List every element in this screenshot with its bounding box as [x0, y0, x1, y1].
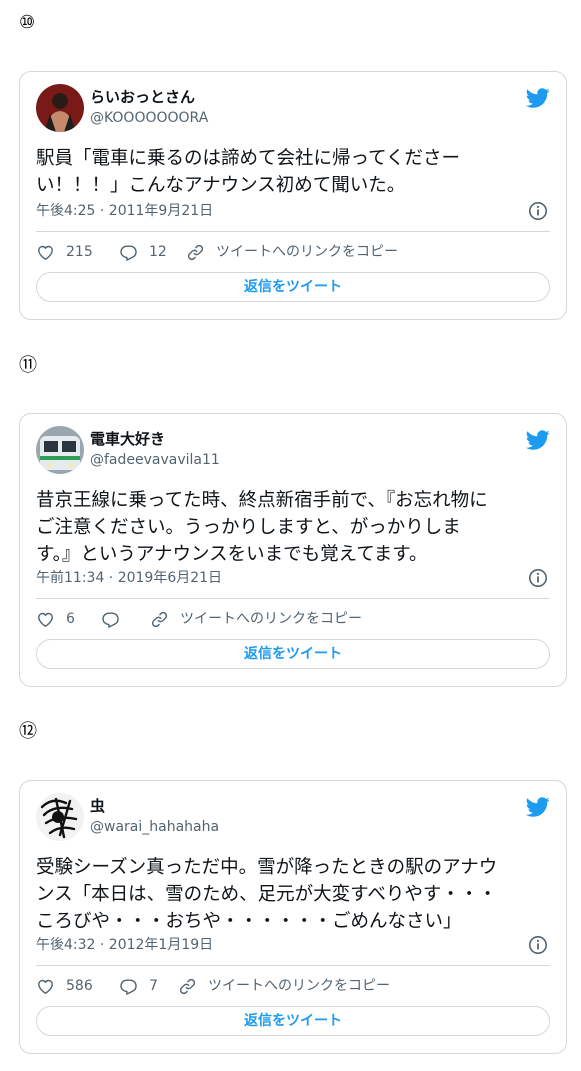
info-icon[interactable] [528, 568, 548, 588]
like-count: 6 [66, 611, 75, 627]
display-name[interactable]: 虫 [90, 796, 105, 816]
twitter-bird-icon[interactable] [526, 86, 550, 110]
user-handle[interactable]: @warai_hahahaha [90, 818, 219, 836]
tweet-number: ⑫ [19, 721, 37, 742]
tweet-text: 昔京王線に乗ってた時、終点新宿手前で、『お忘れ物に ご注意ください。うっかりしま… [36, 490, 488, 565]
reply-button[interactable]: 7 [119, 976, 158, 996]
link-icon [179, 978, 196, 994]
copy-link-button[interactable]: ツイートへのリンクをコピー [150, 609, 362, 629]
tweet-number: ⑪ [19, 355, 37, 376]
reply-count: 12 [149, 244, 167, 260]
tweet-text: 駅員「電車に乗るのは諦めて会社に帰ってくださー い！！！」こんなアナウンス初めて… [36, 148, 461, 196]
heart-icon [38, 979, 53, 994]
display-name[interactable]: らいおっとさん [90, 87, 195, 107]
tweet-timestamp[interactable]: 午後4:32 · 2012年1月19日 [36, 936, 213, 954]
heart-icon [38, 612, 53, 627]
tweet-number: ⑩ [19, 12, 36, 33]
like-count: 586 [66, 978, 93, 994]
copy-link-button[interactable]: ツイートへのリンクをコピー [178, 976, 390, 996]
copy-link-label: ツイートへのリンクをコピー [208, 978, 390, 994]
like-count: 215 [66, 244, 93, 260]
user-handle[interactable]: @KOOOOOOORA [90, 109, 208, 127]
speech-bubble-icon [120, 244, 137, 261]
tweet-actions: 6 ツイートへのリンクをコピー [36, 609, 550, 629]
copy-link-label: ツイートへのリンクをコピー [180, 611, 362, 627]
like-button[interactable]: 215 [36, 242, 93, 262]
reply-button[interactable] [101, 609, 131, 629]
tweet-actions: 586 7 ツイートへのリンクをコピー [36, 976, 550, 996]
twitter-bird-icon[interactable] [526, 428, 550, 452]
heart-icon [38, 245, 53, 260]
divider [36, 965, 550, 966]
divider [36, 598, 550, 599]
tweet-text: 受験シーズン真っただ中。雪が降ったときの駅のアナウ ンス「本日は、雪のため、足元… [36, 857, 498, 932]
speech-bubble-icon [120, 978, 137, 995]
twitter-bird-icon[interactable] [526, 795, 550, 819]
tweet-card: 虫 @warai_hahahaha 受験シーズン真っただ中。雪が降ったときの駅の… [19, 780, 567, 1054]
tweet-card: らいおっとさん @KOOOOOOORA 駅員「電車に乗るのは諦めて会社に帰ってく… [19, 71, 567, 320]
tweet-card: 電車大好き @fadeevavavila11 昔京王線に乗ってた時、終点新宿手前… [19, 413, 567, 687]
info-icon[interactable] [528, 201, 548, 221]
user-handle[interactable]: @fadeevavavila11 [90, 451, 220, 469]
copy-link-button[interactable]: ツイートへのリンクをコピー [186, 242, 398, 262]
link-icon [151, 611, 168, 627]
divider [36, 231, 550, 232]
speech-bubble-icon [102, 611, 119, 628]
reply-tweet-button[interactable]: 返信をツイート [36, 1006, 550, 1036]
reply-count: 7 [149, 978, 158, 994]
avatar[interactable] [36, 426, 84, 474]
tweet-timestamp[interactable]: 午前11:34 · 2019年6月21日 [36, 569, 222, 587]
tweet-timestamp[interactable]: 午後4:25 · 2011年9月21日 [36, 202, 213, 220]
avatar[interactable] [36, 793, 84, 841]
reply-button[interactable]: 12 [119, 242, 167, 262]
reply-tweet-button[interactable]: 返信をツイート [36, 639, 550, 669]
copy-link-label: ツイートへのリンクをコピー [216, 244, 398, 260]
like-button[interactable]: 586 [36, 976, 93, 996]
reply-tweet-button[interactable]: 返信をツイート [36, 272, 550, 302]
tweet-actions: 215 12 ツイートへのリンクをコピー [36, 242, 550, 262]
avatar[interactable] [36, 84, 84, 132]
like-button[interactable]: 6 [36, 609, 75, 629]
info-icon[interactable] [528, 935, 548, 955]
link-icon [187, 244, 204, 260]
display-name[interactable]: 電車大好き [90, 429, 165, 449]
